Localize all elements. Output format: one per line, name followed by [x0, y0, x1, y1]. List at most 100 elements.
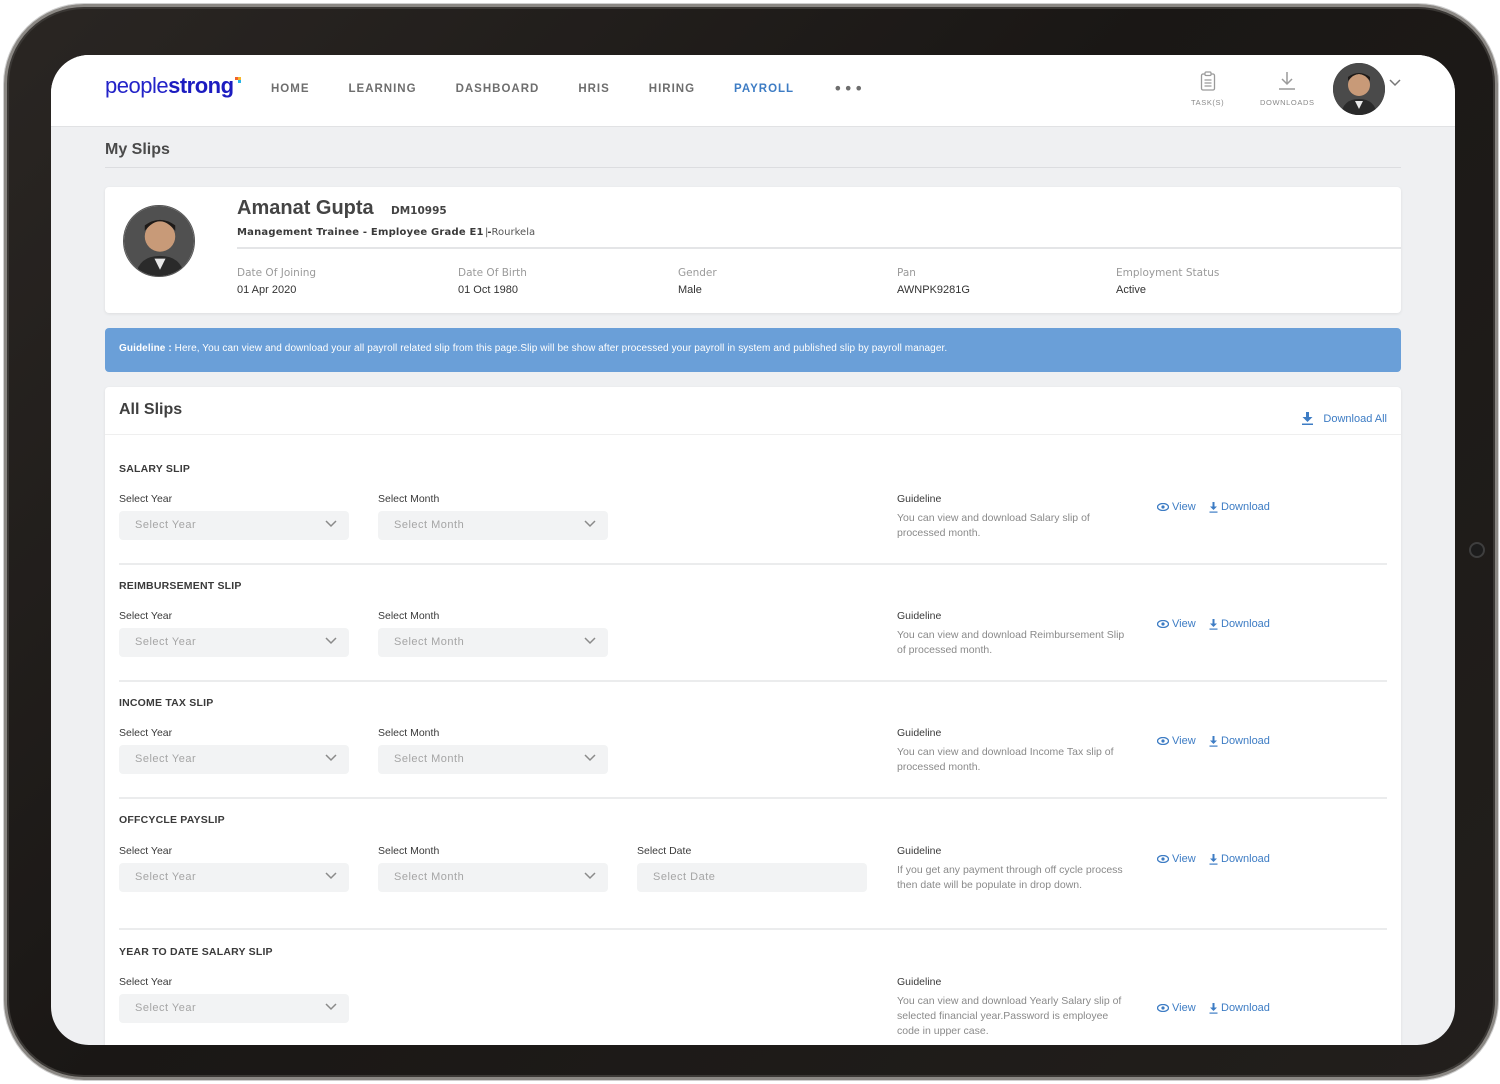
profile-avatar: [123, 205, 195, 277]
slip-title: OFFCYCLE PAYSLIP: [119, 814, 225, 826]
logo-text-bold: strong: [168, 73, 234, 98]
download-icon: [1209, 501, 1218, 513]
slips-header-divider: [105, 434, 1401, 435]
guideline-banner: Guideline : Here, You can view and downl…: [105, 328, 1401, 372]
field-value: 01 Oct 1980: [458, 284, 518, 296]
month-select[interactable]: Select Month: [378, 745, 608, 774]
profile-divider: [237, 247, 1401, 249]
chevron-down-icon: [325, 872, 337, 880]
download-button[interactable]: Download: [1209, 618, 1270, 630]
download-label: Download: [1221, 501, 1270, 513]
year-select-placeholder: Select Year: [135, 753, 197, 765]
field-date-of-joining: Date Of Joining 01 Apr 2020: [237, 267, 316, 296]
guideline-label: Guideline: [897, 845, 942, 857]
guideline-text: You can view and download Reimbursement …: [897, 629, 1125, 656]
download-button[interactable]: Download: [1209, 735, 1270, 747]
profile-photo-icon: [124, 206, 194, 276]
view-button[interactable]: View: [1157, 1002, 1196, 1014]
tablet-camera: [1469, 542, 1485, 558]
download-icon: [1209, 618, 1218, 630]
view-label: View: [1172, 735, 1196, 747]
date-select-placeholder: Select Date: [653, 871, 716, 883]
main-nav: HOME LEARNING DASHBOARD HRIS HIRING PAYR…: [271, 79, 864, 98]
user-photo-icon: [1333, 63, 1385, 115]
slip-title: SALARY SLIP: [119, 463, 191, 475]
year-select[interactable]: Select Year: [119, 745, 349, 774]
date-select[interactable]: Select Date: [637, 863, 867, 892]
app-screen: peoplestrong HOME LEARNING DASHBOARD HRI…: [51, 55, 1455, 1045]
year-select[interactable]: Select Year: [119, 863, 349, 892]
nav-learning[interactable]: LEARNING: [349, 83, 417, 98]
logo-text-light: people: [105, 73, 169, 98]
view-button[interactable]: View: [1157, 501, 1196, 513]
download-button[interactable]: Download: [1209, 853, 1270, 865]
clipboard-icon: [1200, 71, 1215, 91]
download-label: Download: [1221, 735, 1270, 747]
banner-text: Here, You can view and download your all…: [171, 343, 948, 354]
year-select[interactable]: Select Year: [119, 994, 349, 1023]
downloads-button[interactable]: DOWNLOADS: [1260, 71, 1315, 107]
downloads-label: DOWNLOADS: [1260, 98, 1315, 107]
year-select-placeholder: Select Year: [135, 519, 197, 531]
year-label: Select Year: [119, 493, 173, 505]
field-label: Employment Status: [1116, 267, 1220, 279]
nav-dashboard[interactable]: DASHBOARD: [456, 83, 540, 98]
employee-role: Management Trainee - Employee Grade E1 -: [237, 227, 492, 238]
download-label: Download: [1221, 853, 1270, 865]
download-all-label: Download All: [1323, 412, 1387, 425]
more-menu-icon[interactable]: •••: [833, 79, 864, 98]
chevron-down-icon[interactable]: [1389, 79, 1401, 87]
download-icon: [1302, 412, 1314, 425]
chevron-down-icon: [584, 637, 596, 645]
year-select[interactable]: Select Year: [119, 511, 349, 540]
month-select-placeholder: Select Month: [394, 636, 465, 648]
year-label: Select Year: [119, 845, 173, 857]
date-label: Select Date: [637, 845, 692, 857]
field-value: Male: [678, 284, 702, 296]
nav-hiring[interactable]: HIRING: [649, 83, 695, 98]
month-select[interactable]: Select Month: [378, 511, 608, 540]
slip-title: REIMBURSEMENT SLIP: [119, 580, 242, 592]
view-label: View: [1172, 618, 1196, 630]
download-button[interactable]: Download: [1209, 501, 1270, 513]
view-label: View: [1172, 501, 1196, 513]
month-label: Select Month: [378, 610, 440, 622]
view-button[interactable]: View: [1157, 853, 1196, 865]
field-value: Active: [1116, 284, 1146, 296]
month-select-placeholder: Select Month: [394, 519, 465, 531]
all-slips-card: All Slips Download All SALARY SLIP Selec…: [105, 387, 1401, 1045]
title-divider: [105, 167, 1401, 168]
employee-code: DM10995: [391, 205, 447, 217]
section-divider: [119, 563, 1387, 565]
nav-payroll[interactable]: PAYROLL: [734, 83, 794, 98]
chevron-down-icon: [325, 637, 337, 645]
year-label: Select Year: [119, 610, 173, 622]
section-divider: [119, 928, 1387, 930]
month-select[interactable]: Select Month: [378, 863, 608, 892]
year-select-placeholder: Select Year: [135, 871, 197, 883]
month-label: Select Month: [378, 493, 440, 505]
field-pan: Pan AWNPK9281G: [897, 267, 970, 296]
guideline-text: You can view and download Income Tax sli…: [897, 746, 1114, 773]
employee-location: | Rourkela: [485, 227, 536, 238]
year-select[interactable]: Select Year: [119, 628, 349, 657]
download-icon: [1279, 72, 1296, 90]
chevron-down-icon: [325, 1003, 337, 1011]
month-select-placeholder: Select Month: [394, 871, 465, 883]
download-icon: [1209, 1002, 1218, 1014]
peoplestrong-logo[interactable]: peoplestrong: [105, 73, 241, 99]
section-divider: [119, 797, 1387, 799]
nav-home[interactable]: HOME: [271, 83, 310, 98]
nav-hris[interactable]: HRIS: [578, 83, 609, 98]
download-button[interactable]: Download: [1209, 1002, 1270, 1014]
tasks-button[interactable]: TASK(S): [1191, 71, 1224, 107]
view-label: View: [1172, 853, 1196, 865]
view-label: View: [1172, 1002, 1196, 1014]
view-button[interactable]: View: [1157, 618, 1196, 630]
user-avatar[interactable]: [1333, 63, 1385, 115]
view-button[interactable]: View: [1157, 735, 1196, 747]
eye-icon: [1157, 620, 1169, 628]
guideline-text: You can view and download Yearly Salary …: [897, 995, 1122, 1037]
download-all-button[interactable]: Download All: [1302, 412, 1387, 425]
month-select[interactable]: Select Month: [378, 628, 608, 657]
